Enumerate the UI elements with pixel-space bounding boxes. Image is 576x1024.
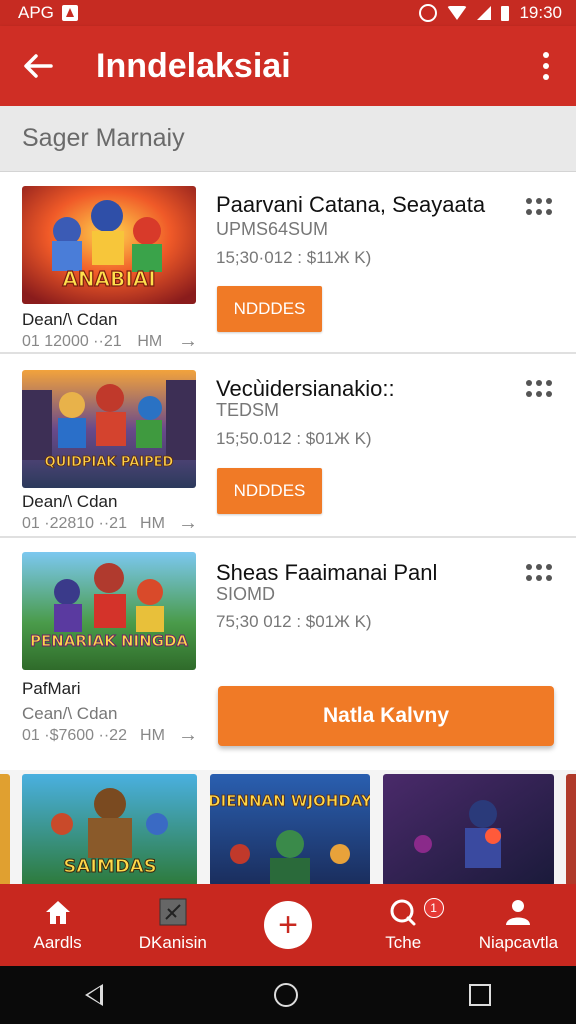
meta-unit: HM [140,726,165,744]
meta-row: 01 ·22810 ··21 HM → [22,512,198,535]
game-card[interactable]: PENARIAK NINGDA PafMari Cean/\ Cdan 01 ·… [0,538,576,770]
status-left: APG [18,3,78,23]
carrier-label: APG [18,3,54,22]
action-button[interactable]: NDDDES [217,468,322,514]
meta-code: 01 ·$7600 ··22 [22,726,127,744]
thumbnail-title: QUIDPIAK PAIPED [45,455,174,470]
game-title: Vecùidersianakio:: [216,376,395,401]
meta-unit: HM [140,514,165,532]
more-options-icon[interactable] [526,380,552,398]
meta-code: 01 12000 ··21 [22,332,122,350]
section-header: Sager Marnaiy [0,106,576,172]
plus-icon: + [264,901,312,949]
carousel-item[interactable] [383,774,554,884]
game-card[interactable]: QUIDPIAK PAIPED Dean/\ Cdan 01 ·22810 ··… [0,354,576,538]
overflow-menu-button[interactable] [516,26,576,106]
carousel-item[interactable]: DIENNAN WJOHDAY [210,774,370,884]
meta-row: 01 ·$7600 ··22 HM → [22,724,198,747]
game-title: Sheas Faaimanai Panl [216,560,438,585]
more-options-icon[interactable] [526,564,552,582]
nav-label: Niapcavtla [478,933,559,952]
game-thumbnail[interactable]: ANABIAI [22,186,196,304]
arrow-right-icon[interactable]: → [178,330,198,353]
nav-item-profile[interactable]: Niapcavtla [461,884,576,966]
system-navigation-bar [0,966,576,1024]
carousel-title: DIENNAN WJOHDAY [210,792,370,810]
clock: 19:30 [519,3,562,22]
game-price: 15;50.012 : $01Ж K) [216,429,372,448]
gallery-icon [159,898,187,926]
battery-icon [501,5,510,21]
arrow-left-icon [24,54,53,78]
meta-code: 01 ·22810 ··21 [22,514,127,532]
carousel-item-partial[interactable] [566,774,576,884]
game-title: Paarvani Catana, Seayaata [216,192,486,217]
thumbnail-title: PENARIAK NINGDA [30,632,188,650]
back-button[interactable] [0,26,76,106]
status-right: 19:30 [419,3,562,23]
carousel-title: SAIMDAS [63,856,156,877]
system-recents-icon[interactable] [468,984,491,1006]
carousel-item-partial[interactable] [0,774,10,884]
nav-item-chat[interactable]: 1 Tche [346,884,461,966]
nav-label: Tche [385,933,422,952]
carousel-item[interactable]: SAIMDAS [22,774,197,884]
game-price: 75;30 012 : $01Ж K) [216,612,372,631]
system-back-icon[interactable] [85,984,104,1006]
system-home-icon[interactable] [273,983,298,1007]
meta-row: 01 12000 ··21 HM → [22,330,198,353]
developer-name: Cean/\ Cdan [22,704,118,723]
developer-name: Dean/\ Cdan [22,492,118,511]
wifi-icon [447,6,468,20]
more-options-icon[interactable] [526,198,552,216]
game-card[interactable]: ANABIAI Dean/\ Cdan 01 12000 ··21 HM → P… [0,172,576,354]
game-subtitle: SIOMD [216,584,276,604]
nav-label: Aardls [33,933,82,952]
home-icon [45,901,70,924]
game-carousel[interactable]: SAIMDAS DIENNAN WJOHDAY [0,770,576,884]
arrow-right-icon[interactable]: → [178,724,198,747]
nav-item-gallery[interactable]: DKanisin [115,884,230,966]
developer-name: Dean/\ Cdan [22,310,118,329]
person-icon [506,900,531,925]
page-title: Inndelaksiai [96,46,291,85]
app-bar: Inndelaksiai [0,26,576,106]
game-price: 15;30·012 : $11Ж K) [216,248,372,267]
game-label: PafMari [22,679,81,698]
nfc-icon [419,4,438,22]
bottom-navigation: Aardls DKanisin + 1 Tche Niapcavtla [0,884,576,966]
nav-item-add[interactable]: + [230,884,345,966]
game-thumbnail[interactable]: PENARIAK NINGDA [22,552,196,670]
arrow-right-icon[interactable]: → [178,512,198,535]
status-bar: APG 19:30 [0,0,576,26]
notification-badge: 1 [423,898,444,918]
more-vert-icon [543,52,549,58]
nav-label: DKanisin [138,933,207,952]
game-thumbnail[interactable]: QUIDPIAK PAIPED [22,370,196,488]
action-button[interactable]: NDDDES [217,286,322,332]
chat-icon [390,899,416,926]
game-subtitle: UPMS64SUM [216,219,329,239]
meta-unit: HM [137,332,163,350]
nav-item-home[interactable]: Aardls [0,884,115,966]
thumbnail-title: ANABIAI [62,267,155,291]
signal-icon [477,6,492,20]
game-subtitle: TEDSM [216,400,279,420]
app-notification-icon [61,5,78,21]
primary-action-button[interactable]: Natla Kalvny [218,686,554,746]
